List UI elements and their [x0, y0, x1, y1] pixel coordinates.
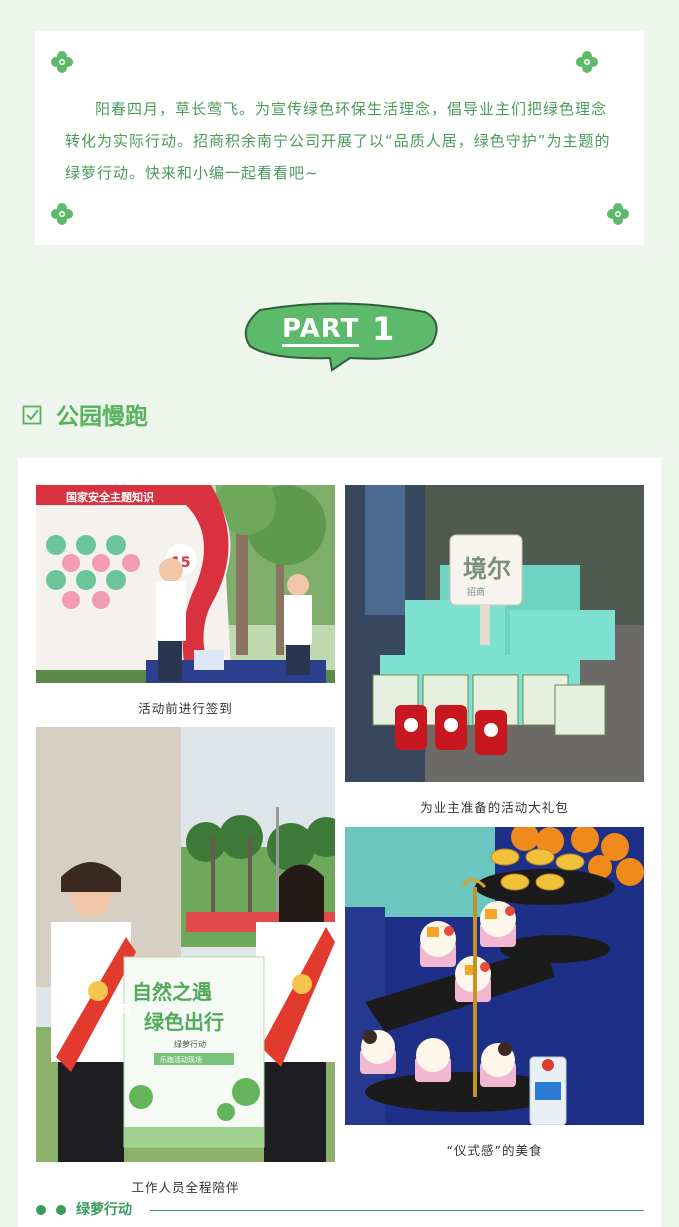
checkbox-icon	[22, 405, 42, 425]
poster-banner: 乐跑活动现场	[160, 1055, 202, 1064]
footer-bar: 绿萝行动	[34, 1198, 644, 1222]
clover-icon	[575, 50, 599, 74]
arch-text: 国家安全主题知识	[66, 490, 154, 504]
caption-staff: 工作人员全程陪伴	[131, 1180, 240, 1195]
caption-sign-in: 活动前进行签到	[138, 701, 233, 716]
gift-card-subtext: 招商	[467, 586, 485, 598]
photo-desserts	[345, 827, 644, 1125]
poster-line-2: 绿色出行	[144, 1010, 224, 1034]
dot-icon	[36, 1205, 46, 1215]
photo-gallery: 15 国家安全主题知识 活动前进行签到 境尔 招商	[18, 458, 661, 1227]
footer-label: 绿萝行动	[76, 1202, 132, 1218]
part-word: PART	[282, 314, 360, 347]
poster-tag: 绿萝行动	[174, 1039, 206, 1049]
photo-staff: 自然之遇 绿色出行 绿萝行动 乐跑活动现场 招商	[36, 727, 335, 1162]
intro-card: 阳春四月，草长莺飞。为宣传绿色环保生活理念，倡导业主们把绿色理念转化为实际行动。…	[35, 31, 644, 245]
part-number: 1	[372, 310, 395, 348]
gift-card-text: 境尔	[463, 555, 511, 583]
part-badge: PART 1	[240, 300, 440, 372]
dot-icon	[56, 1205, 66, 1215]
caption-gift-pack: 为业主准备的活动大礼包	[420, 800, 569, 815]
photo-sign-in: 15 国家安全主题知识	[36, 485, 335, 683]
clover-icon	[50, 202, 74, 226]
section-title: 公园慢跑	[56, 404, 148, 430]
intro-paragraph: 阳春四月，草长莺飞。为宣传绿色环保生活理念，倡导业主们把绿色理念转化为实际行动。…	[65, 100, 611, 182]
clover-icon	[606, 202, 630, 226]
clover-icon	[50, 50, 74, 74]
sash-text: 招商	[108, 1002, 130, 1016]
photo-gift-pack: 境尔 招商	[345, 485, 644, 782]
poster-line-1: 自然之遇	[132, 980, 212, 1004]
footer-divider	[150, 1210, 644, 1211]
caption-desserts: “仪式感”的美食	[446, 1143, 543, 1158]
